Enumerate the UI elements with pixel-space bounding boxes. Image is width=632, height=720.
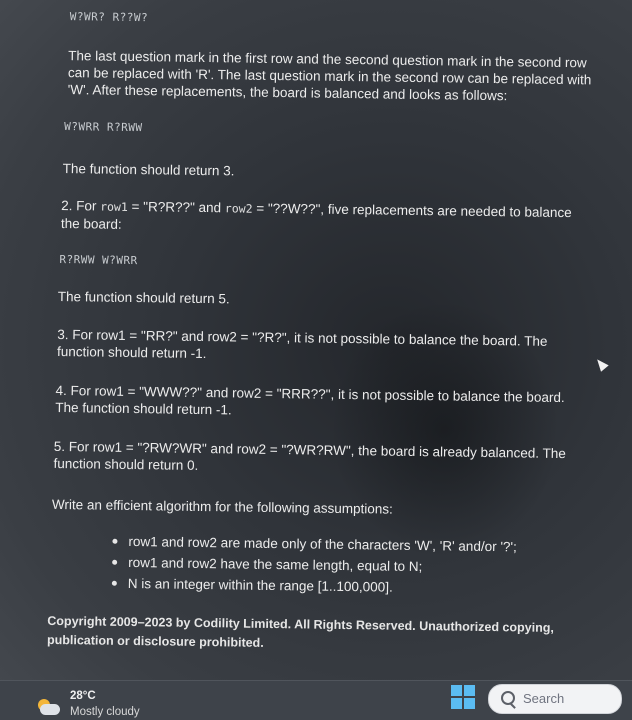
search-icon xyxy=(501,691,515,705)
taskbar: 28°C Mostly cloudy Search xyxy=(0,680,632,720)
copyright-notice: Copyright 2009–2023 by Codility Limited.… xyxy=(46,613,554,650)
partly-cloudy-icon xyxy=(34,699,60,715)
weather-condition: Mostly cloudy xyxy=(70,706,140,718)
example4-text: 4. For row1 = "WWW??" and row2 = "RRR??"… xyxy=(55,382,565,418)
example1-return: The function should return 3. xyxy=(62,161,235,179)
example2-return: The function should return 5. xyxy=(57,288,230,307)
weather-widget[interactable]: 28°C Mostly cloudy xyxy=(38,687,178,720)
example2-balanced-board: R?RWW W?WRR xyxy=(59,252,138,268)
windows-logo-icon[interactable] xyxy=(451,685,475,709)
example3-text: 3. For row1 = "RR?" and row2 = "?R?", it… xyxy=(56,326,548,362)
mouse-pointer-icon xyxy=(593,356,609,372)
assumptions-list: row1 and row2 are made only of the chara… xyxy=(106,531,517,600)
example1-balanced-board: W?WRR R?RWW xyxy=(64,120,143,135)
assumption-item: N is an integer within the range [1..100… xyxy=(106,573,517,600)
problem-description: W?WR? R??W? The last question mark in th… xyxy=(47,0,602,650)
assumptions-title: Write an efficient algorithm for the fol… xyxy=(51,496,393,517)
example1-explanation: The last question mark in the first row … xyxy=(67,48,592,104)
weather-temperature: 28°C xyxy=(70,690,96,702)
search-label: Search xyxy=(523,691,565,706)
photo-of-screen: W?WR? R??W? The last question mark in th… xyxy=(0,0,632,720)
example5-text: 5. For row1 = "?RW?WR" and row2 = "?WR?R… xyxy=(53,438,566,473)
example2-text: 2. For row1 = "R?R??" and row2 = "??W??"… xyxy=(60,198,572,232)
example1-board: W?WR? R??W? xyxy=(69,10,149,25)
taskbar-search-box[interactable]: Search xyxy=(488,684,622,714)
